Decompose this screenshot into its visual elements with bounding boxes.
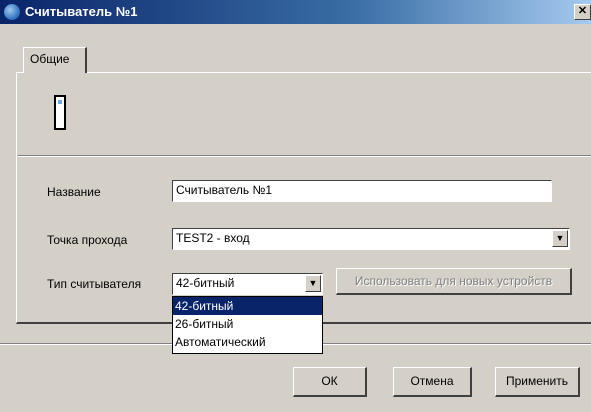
apply-button[interactable]: Применить: [495, 367, 580, 397]
app-icon: [4, 4, 20, 20]
close-button[interactable]: ✕: [574, 4, 591, 20]
panel-divider: [18, 155, 591, 157]
access-point-label: Точка прохода: [47, 233, 128, 247]
window-title: Считыватель №1: [25, 4, 138, 19]
reader-type-select[interactable]: 42-битный: [172, 273, 323, 295]
access-point-select[interactable]: TEST2 - вход: [172, 228, 570, 250]
access-point-dropdown-button[interactable]: ▼: [552, 230, 568, 247]
device-led: [58, 100, 62, 104]
tab-general[interactable]: Общие: [23, 47, 87, 73]
option-26-bit[interactable]: 26-битный: [173, 315, 322, 333]
ok-button[interactable]: ОК: [293, 367, 367, 397]
name-input[interactable]: Считыватель №1: [172, 180, 552, 202]
option-automatic[interactable]: Автоматический: [173, 333, 322, 351]
title-bar: Считыватель №1 ✕: [0, 0, 591, 24]
reader-type-label: Тип считывателя: [47, 277, 142, 291]
reader-properties-dialog: Считыватель №1 ✕ Общие Название Считыват…: [0, 0, 591, 412]
reader-device-icon: [54, 95, 66, 130]
name-label: Название: [47, 185, 101, 199]
reader-type-dropdown-button[interactable]: ▼: [305, 275, 321, 292]
chevron-down-icon: ▼: [555, 233, 565, 243]
chevron-down-icon: ▼: [308, 278, 318, 288]
reader-type-dropdown-list: 42-битный 26-битный Автоматический: [172, 296, 323, 354]
option-42-bit[interactable]: 42-битный: [173, 297, 322, 315]
use-for-new-devices-button[interactable]: Использовать для новых устройств: [336, 268, 572, 295]
cancel-button[interactable]: Отмена: [393, 367, 472, 397]
